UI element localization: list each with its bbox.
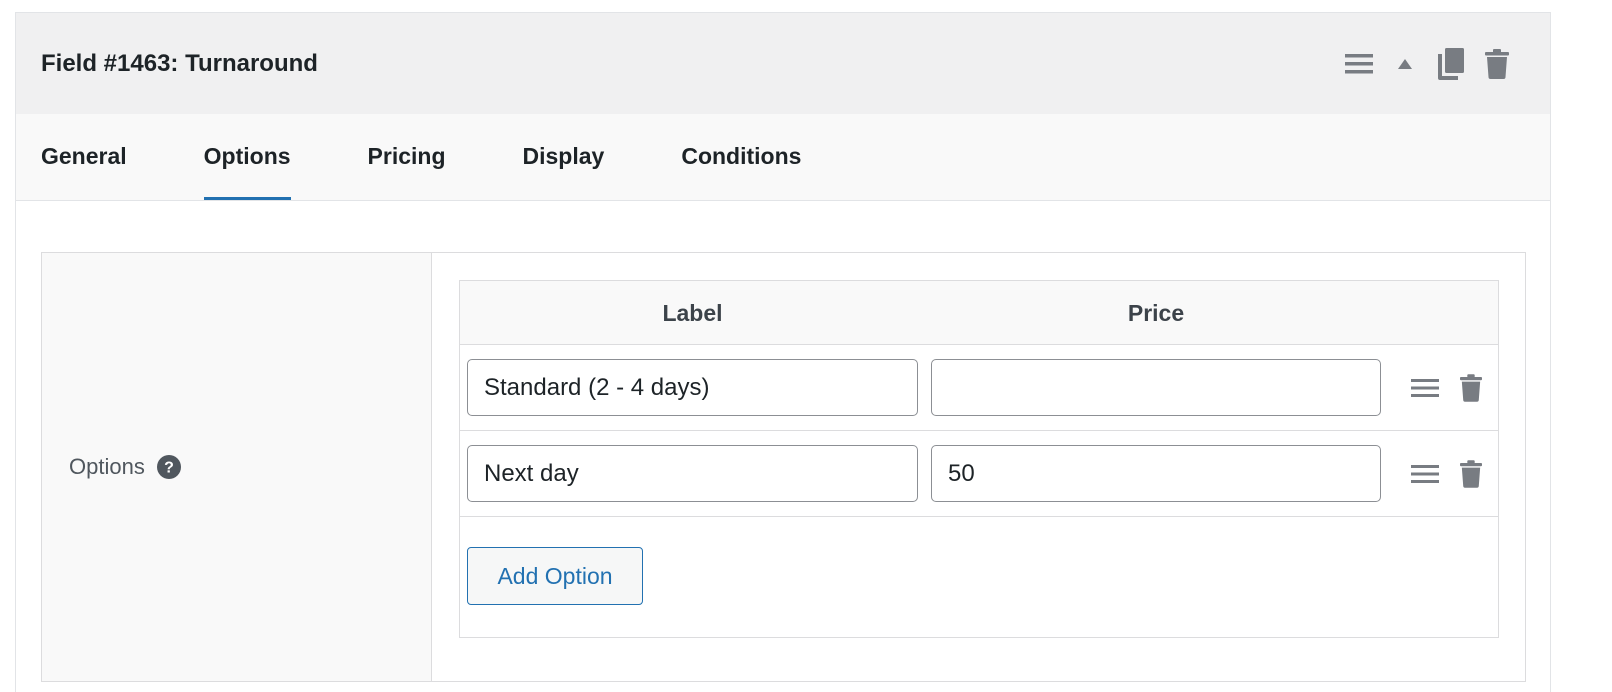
panel-header: Field #1463: Turnaround [16, 13, 1550, 114]
column-header-label: Label [662, 299, 723, 326]
row-actions [1410, 445, 1502, 502]
option-price-input[interactable] [931, 359, 1381, 416]
header-actions [1336, 13, 1520, 114]
options-settings-row: Options ? Label Price Standard (2 - 4 da… [41, 252, 1526, 682]
option-label-input[interactable] [467, 445, 918, 502]
option-row [460, 345, 1498, 431]
delete-option-trash-icon[interactable] [1456, 373, 1486, 403]
options-table-header: Label Price [460, 281, 1498, 345]
panel-title: Field #1463: Turnaround [41, 49, 318, 77]
field-panel: Field #1463: Turnaround General Options … [15, 12, 1551, 692]
reorder-menu-icon[interactable] [1336, 41, 1382, 87]
row-actions [1410, 359, 1502, 416]
delete-option-trash-icon[interactable] [1456, 459, 1486, 489]
option-label-input[interactable] [467, 359, 918, 416]
tab-general[interactable]: General [41, 114, 127, 200]
setting-label-cell: Options ? [42, 253, 432, 681]
tab-display[interactable]: Display [523, 114, 605, 200]
field-tabs: General Options Pricing Display Conditio… [16, 114, 1550, 201]
collapse-arrow-up-icon[interactable] [1382, 41, 1428, 87]
options-table: Label Price Standard (2 - 4 days) Next d… [459, 280, 1499, 638]
tab-pricing[interactable]: Pricing [368, 114, 446, 200]
svg-text:?: ? [164, 460, 174, 477]
tab-conditions[interactable]: Conditions [681, 114, 801, 200]
drag-handle-icon[interactable] [1410, 373, 1440, 403]
question-circle-icon[interactable]: ? [156, 455, 181, 479]
add-option-button[interactable]: Add Option [467, 547, 643, 605]
drag-handle-icon[interactable] [1410, 459, 1440, 489]
duplicate-icon[interactable] [1428, 41, 1474, 87]
column-header-price: Price [1127, 299, 1185, 326]
setting-value-cell: Label Price Standard (2 - 4 days) Next d… [432, 253, 1525, 681]
option-row [460, 431, 1498, 517]
option-price-input[interactable] [931, 445, 1381, 502]
delete-field-trash-icon[interactable] [1474, 41, 1520, 87]
tab-options[interactable]: Options [203, 114, 291, 200]
setting-label: Options [69, 454, 145, 479]
